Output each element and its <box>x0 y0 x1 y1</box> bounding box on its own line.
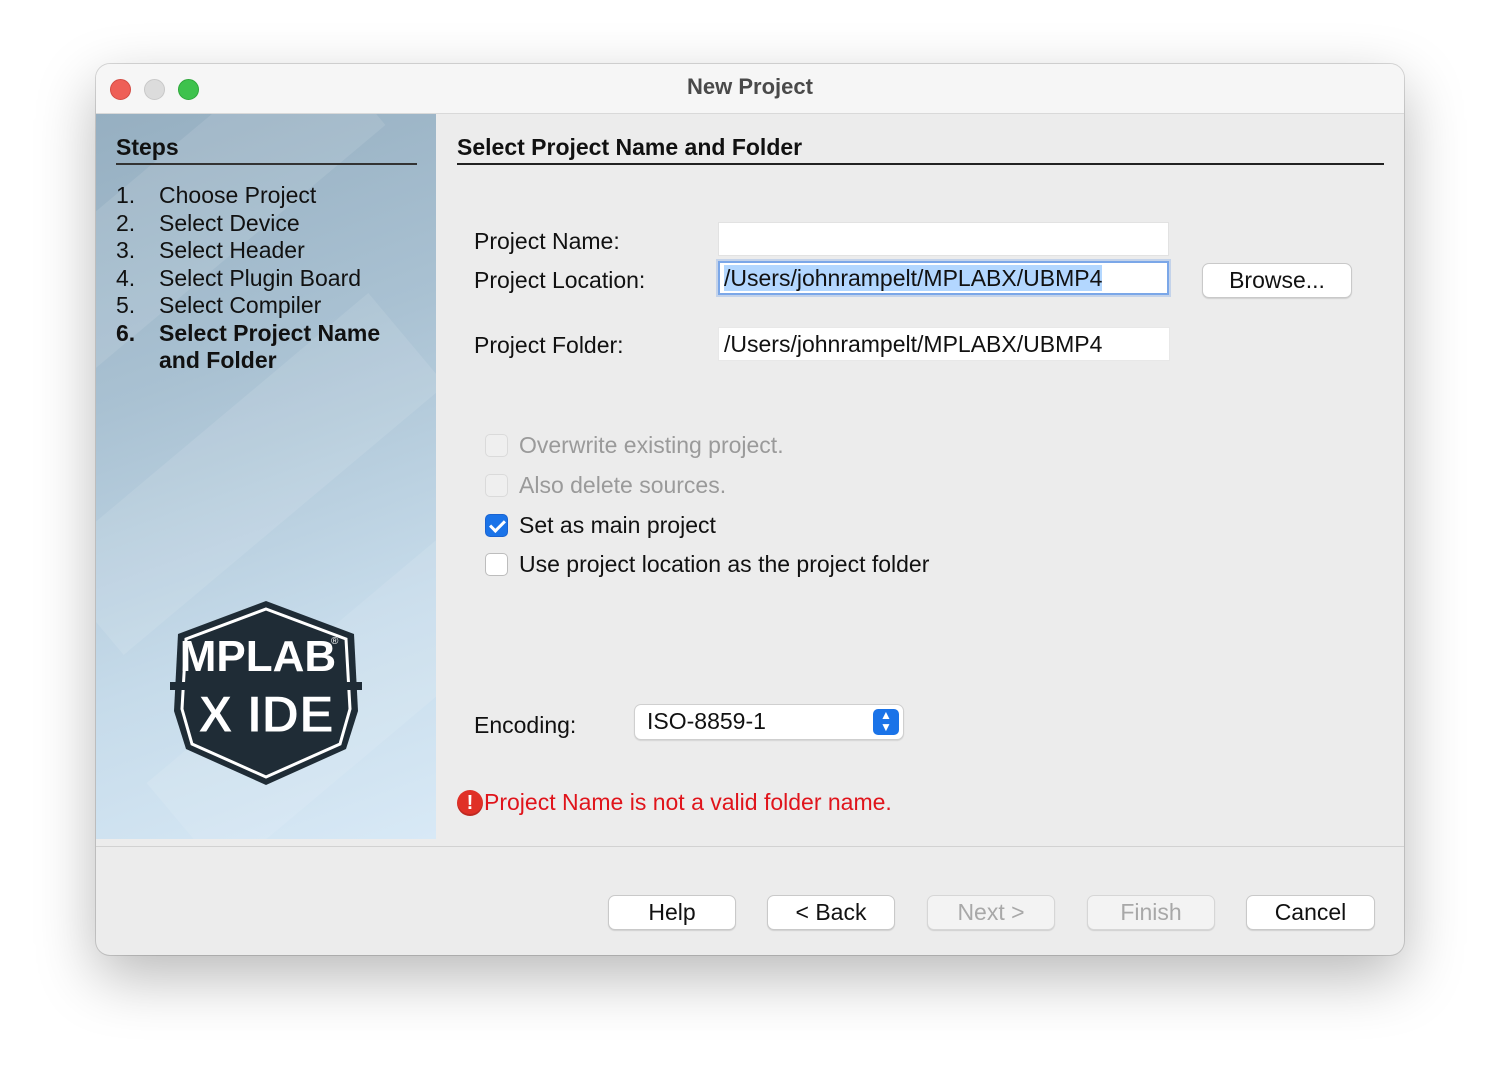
section-title: Select Project Name and Folder <box>457 134 1384 165</box>
step-number: 6. <box>116 319 136 346</box>
project-folder-label: Project Folder: <box>474 332 624 358</box>
encoding-label: Encoding: <box>474 712 577 738</box>
logo-text-mplab: MPLAB <box>180 632 336 681</box>
step-number: 3. <box>116 237 136 263</box>
footer-divider <box>96 846 1404 847</box>
use-location-label[interactable]: Use project location as the project fold… <box>519 551 929 578</box>
cancel-button[interactable]: Cancel <box>1246 895 1375 930</box>
use-location-option[interactable]: Use project location as the project fold… <box>485 551 929 578</box>
main-project-label[interactable]: Set as main project <box>519 512 716 539</box>
delete-sources-option: Also delete sources. <box>485 472 726 499</box>
overwrite-option: Overwrite existing project. <box>485 432 784 459</box>
browse-button[interactable]: Browse... <box>1202 263 1352 298</box>
step-label: Select Device <box>159 209 300 236</box>
step-item: 3. Select Header <box>116 237 416 265</box>
step-label: Select Project Name and Folder <box>159 320 380 375</box>
title-bar[interactable]: New Project <box>96 64 1404 114</box>
step-number: 5. <box>116 292 136 318</box>
step-label: Choose Project <box>159 182 317 208</box>
help-button[interactable]: Help <box>608 895 736 930</box>
steps-heading: Steps <box>116 134 417 165</box>
overwrite-checkbox <box>485 434 508 457</box>
step-item: 4. Select Plugin Board <box>116 265 416 293</box>
project-name-label: Project Name: <box>474 228 620 254</box>
delete-sources-label: Also delete sources. <box>519 472 727 498</box>
project-folder-field: /Users/johnrampelt/MPLABX/UBMP4 <box>718 327 1170 361</box>
window-title: New Project <box>687 74 813 99</box>
step-item: 5. Select Compiler <box>116 292 416 320</box>
step-number: 2. <box>116 209 136 236</box>
steps-list: 1. Choose Project 2. Select Device 3. Selec… <box>116 182 416 375</box>
step-label-line2: and Folder <box>159 347 277 373</box>
step-item: 2. Select Device <box>116 210 416 238</box>
up-down-chevron-icon[interactable]: ▲ ▼ <box>873 709 899 735</box>
step-label: Select Plugin Board <box>159 264 362 291</box>
logo-text-xide: X IDE <box>198 686 334 744</box>
mplab-x-ide-logo: MPLAB ® X IDE <box>170 601 362 785</box>
main-panel: Select Project Name and Folder Project N… <box>437 114 1404 839</box>
next-button[interactable]: Next > <box>927 895 1055 930</box>
delete-sources-checkbox <box>485 474 508 497</box>
new-project-dialog: New Project Steps 1. Choose Project 2. Sel… <box>96 64 1404 955</box>
use-location-checkbox[interactable] <box>485 553 508 576</box>
step-number: 1. <box>116 182 136 208</box>
logo-registered-mark: ® <box>331 636 339 647</box>
back-button[interactable]: < Back <box>767 895 895 930</box>
main-project-option[interactable]: Set as main project <box>485 512 716 539</box>
steps-sidebar: Steps 1. Choose Project 2. Select Device 3… <box>96 114 436 839</box>
step-item: 1. Choose Project <box>116 182 416 210</box>
overwrite-label: Overwrite existing project. <box>519 432 784 458</box>
project-location-label: Project Location: <box>474 267 646 293</box>
step-label-line1: Select Project Name <box>159 319 381 346</box>
main-project-checkbox[interactable] <box>485 514 508 537</box>
error-text: Project Name is not a valid folder name. <box>484 789 892 815</box>
error-icon: ! <box>457 789 483 816</box>
project-name-field[interactable] <box>718 222 1169 256</box>
finish-button[interactable]: Finish <box>1087 895 1215 930</box>
step-number: 4. <box>116 264 136 291</box>
project-location-value: /Users/johnrampelt/MPLABX/UBMP4 <box>724 265 1103 291</box>
encoding-select[interactable]: ISO-8859-1 ▲ ▼ <box>634 704 904 740</box>
step-item-current: 6. Select Project Name and Folder <box>116 320 416 375</box>
step-label: Select Header <box>159 237 305 263</box>
encoding-value: ISO-8859-1 <box>647 708 766 734</box>
step-label: Select Compiler <box>159 292 322 318</box>
validation-message: ! Project Name is not a valid folder nam… <box>457 789 892 816</box>
project-location-field[interactable]: /Users/johnrampelt/MPLABX/UBMP4 <box>718 261 1169 295</box>
